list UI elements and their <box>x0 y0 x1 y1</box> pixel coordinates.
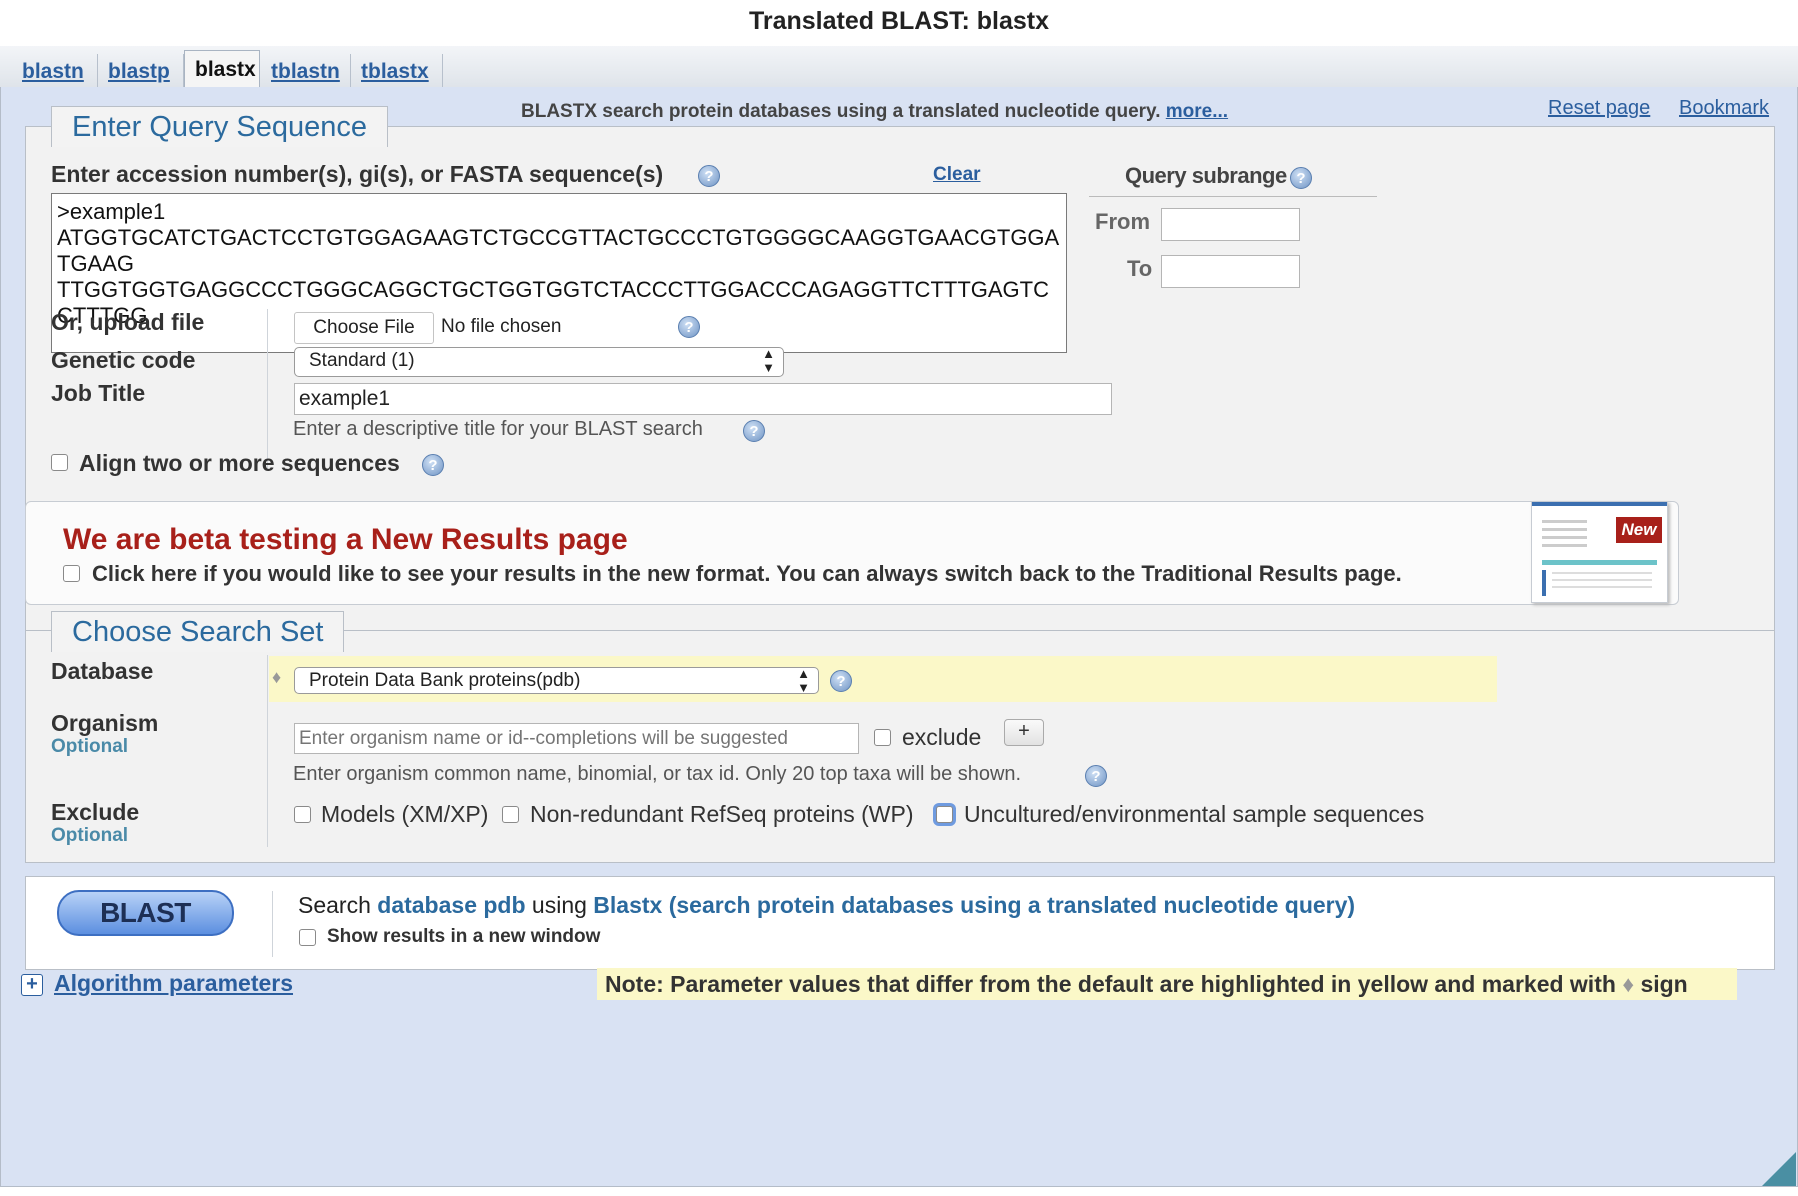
resize-corner-icon[interactable] <box>1762 1152 1796 1186</box>
exclude-refseq-label: Non-redundant RefSeq proteins (WP) <box>530 801 914 827</box>
diamond-marker-icon: ♦ <box>1622 971 1635 997</box>
parameter-note: Note: Parameter values that differ from … <box>597 968 1737 1000</box>
align-two-sequences-checkbox[interactable] <box>51 454 68 471</box>
subrange-from-input[interactable] <box>1161 208 1300 241</box>
tab-blastx[interactable]: blastx <box>184 50 260 88</box>
subrange-help-icon[interactable]: ? <box>1290 167 1312 189</box>
exclude-uncultured-checkbox[interactable] <box>936 806 953 823</box>
subrange-divider <box>1089 196 1377 197</box>
align-two-sequences-label: Align two or more sequences <box>79 450 400 476</box>
note-text: Note: Parameter values that differ from … <box>605 971 1616 997</box>
genetic-code-select[interactable]: Standard (1) ▲ ▼ <box>294 347 784 377</box>
subrange-to-input[interactable] <box>1161 255 1300 288</box>
blast-form-panel: BLASTX search protein databases using a … <box>0 87 1798 1187</box>
from-label: From <box>1095 209 1150 234</box>
database-value: Protein Data Bank proteins(pdb) <box>309 670 581 691</box>
tab-tblastx[interactable]: tblastx <box>351 54 443 87</box>
thumbnail-line <box>1542 528 1587 531</box>
add-organism-button[interactable]: + <box>1004 719 1044 746</box>
label-divider <box>267 309 268 469</box>
exclude-models-checkbox[interactable] <box>294 806 311 823</box>
thumbnail-line <box>1542 544 1587 547</box>
submit-divider <box>272 891 273 957</box>
align-help-icon[interactable]: ? <box>422 454 444 476</box>
search-prefix: Search <box>298 892 371 918</box>
search-set-legend: Choose Search Set <box>51 611 345 652</box>
exclude-optional-label: Optional <box>51 825 129 846</box>
upload-file-label: Or, upload file <box>51 309 205 335</box>
clear-link[interactable]: Clear <box>933 164 981 186</box>
search-database-phrase: database pdb <box>377 892 526 918</box>
blast-submit-button[interactable]: BLAST <box>57 890 234 936</box>
thumbnail-side-bar <box>1542 570 1546 596</box>
algorithm-parameters-link[interactable]: Algorithm parameters <box>54 970 293 997</box>
new-badge: New <box>1616 517 1662 543</box>
beta-headline: We are beta testing a New Results page <box>63 523 628 556</box>
query-label: Enter accession number(s), gi(s), or FAS… <box>51 161 664 187</box>
description-text: BLASTX search protein databases using a … <box>521 101 1161 122</box>
organism-exclude-checkbox[interactable] <box>874 729 891 746</box>
tab-tblastn[interactable]: tblastn <box>261 54 351 87</box>
tab-blastp[interactable]: blastp <box>98 54 184 87</box>
search-summary: Search database pdb using Blastx (search… <box>298 892 1355 919</box>
organism-optional-label: Optional <box>51 736 129 757</box>
organism-label: Organism <box>51 710 159 736</box>
search-program-phrase: Blastx (search protein databases using a… <box>593 892 1356 918</box>
submit-section <box>25 876 1775 970</box>
job-title-label: Job Title <box>51 380 146 406</box>
exclude-refseq-checkbox[interactable] <box>502 806 519 823</box>
page-title: Translated BLAST: blastx <box>748 7 1050 35</box>
job-title-hint: Enter a descriptive title for your BLAST… <box>293 418 703 440</box>
organism-hint: Enter organism common name, binomial, or… <box>293 763 1022 785</box>
exclude-label: Exclude <box>51 799 140 825</box>
tab-blastn[interactable]: blastn <box>12 54 98 87</box>
choose-file-button[interactable]: Choose File <box>294 312 434 344</box>
organism-input[interactable] <box>294 723 859 754</box>
database-help-icon[interactable]: ? <box>830 670 852 692</box>
new-window-checkbox[interactable] <box>299 929 316 946</box>
upload-help-icon[interactable]: ? <box>678 316 700 338</box>
query-subrange-title: Query subrange <box>1125 163 1287 188</box>
note-sign-word: sign <box>1640 971 1688 997</box>
select-arrows-icon: ▲ ▼ <box>762 346 775 375</box>
to-label: To <box>1127 256 1153 281</box>
exclude-uncultured-label: Uncultured/environmental sample sequence… <box>964 801 1425 827</box>
expand-plus-icon[interactable]: + <box>21 974 43 996</box>
label-divider <box>267 655 268 847</box>
genetic-code-label: Genetic code <box>51 347 196 373</box>
program-tab-bar: blastn blastp blastx tblastn tblastx <box>0 46 1798 88</box>
thumbnail-line <box>1542 536 1587 539</box>
more-link[interactable]: more... <box>1166 101 1228 122</box>
organism-help-icon[interactable]: ? <box>1085 765 1107 787</box>
query-help-icon[interactable]: ? <box>698 165 720 187</box>
reset-page-link[interactable]: Reset page <box>1548 97 1650 120</box>
thumbnail-line <box>1542 520 1587 523</box>
job-title-input[interactable] <box>294 383 1112 415</box>
database-label: Database <box>51 658 154 684</box>
new-results-thumbnail[interactable]: New <box>1531 501 1668 603</box>
thumbnail-line <box>1552 586 1652 588</box>
search-using-word: using <box>531 892 587 918</box>
genetic-code-value: Standard (1) <box>309 350 415 371</box>
bookmark-link[interactable]: Bookmark <box>1679 97 1769 120</box>
thumbnail-line <box>1552 572 1652 574</box>
thumbnail-header-bar <box>1532 502 1667 506</box>
select-arrows-icon: ▲ ▼ <box>797 666 810 695</box>
program-description: BLASTX search protein databases using a … <box>521 101 1228 123</box>
organism-exclude-label: exclude <box>902 724 982 750</box>
new-results-checkbox[interactable] <box>63 565 80 582</box>
new-results-label: Click here if you would like to see your… <box>92 561 1402 586</box>
database-select[interactable]: Protein Data Bank proteins(pdb) ▲ ▼ <box>294 666 819 695</box>
exclude-models-label: Models (XM/XP) <box>321 801 489 827</box>
thumbnail-teal-bar <box>1542 560 1657 565</box>
query-section-legend: Enter Query Sequence <box>51 106 389 147</box>
no-file-chosen-text: No file chosen <box>441 316 562 337</box>
job-title-help-icon[interactable]: ? <box>743 420 765 442</box>
new-window-label: Show results in a new window <box>327 926 601 947</box>
thumbnail-line <box>1552 579 1652 581</box>
diamond-marker-icon: ♦ <box>272 667 282 687</box>
